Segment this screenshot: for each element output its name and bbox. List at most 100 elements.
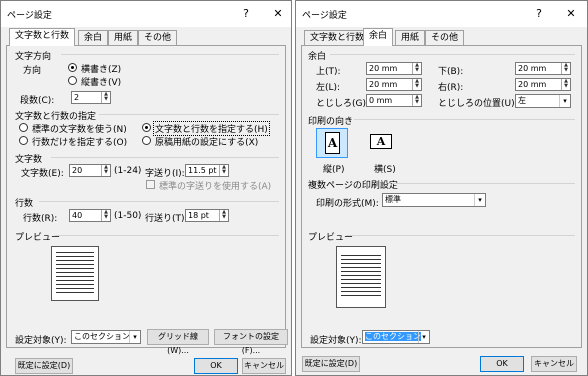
cancel-button[interactable]: キャンセル [531, 356, 577, 372]
print-format-label: 印刷の形式(M): [316, 199, 379, 209]
grid-opt4-radio[interactable] [142, 136, 151, 145]
columns-label: 段数(C): [20, 96, 55, 106]
line-pitch-spinner[interactable]: 18 pt ▲ ▼ [185, 209, 229, 222]
gutter-label: とじしろ(G): [316, 99, 370, 109]
top-margin-spinner[interactable]: 20 mm ▲ ▼ [366, 62, 422, 75]
divider [354, 119, 575, 120]
grid-opt4-label[interactable]: 原稿用紙の設定にする(X) [155, 135, 258, 148]
right-margin-spinner[interactable]: 20 mm ▲ ▼ [515, 78, 571, 91]
grid-lines-button[interactable]: グリッド線(W)... [147, 329, 209, 355]
grid-opt2-radio[interactable] [142, 123, 151, 132]
page-setup-dialog-right: ページ設定 ? ✕ 文字数と行数 余白 用紙 その他 余白 上(T): 20 m… [295, 0, 588, 376]
default-pitch-label[interactable]: 標準の字送りを使用する(A) [159, 179, 271, 192]
close-button[interactable]: ✕ [267, 4, 289, 24]
portrait-label[interactable]: 縦(P) [323, 162, 344, 175]
portrait-page-icon: A [325, 132, 340, 154]
lines-label: 行数(R): [23, 214, 58, 224]
apply-to-select[interactable]: このセクション ▾ [71, 330, 141, 344]
spin-arrows-icon[interactable]: ▲ ▼ [412, 79, 421, 90]
spin-arrows-icon[interactable]: ▲ ▼ [101, 165, 110, 176]
title-bar: ページ設定 ? ✕ [296, 1, 587, 27]
chevron-down-icon[interactable]: ▾ [474, 194, 485, 206]
vertical-radio[interactable] [68, 76, 77, 85]
gutter-spinner[interactable]: 0 mm ▲ ▼ [366, 94, 422, 107]
section-preview: プレビュー [308, 233, 354, 243]
columns-spinner[interactable]: 2 ▲ ▼ [71, 91, 111, 104]
spin-arrows-icon[interactable]: ▲ ▼ [219, 210, 228, 221]
section-grid: 文字数と行数の指定 [15, 112, 97, 122]
tab-chars-lines[interactable]: 文字数と行数 [304, 30, 371, 45]
print-format-select[interactable]: 標準 ▾ [382, 193, 486, 207]
left-margin-spinner[interactable]: 20 mm ▲ ▼ [366, 78, 422, 91]
divider [51, 157, 279, 158]
apply-to-select[interactable]: このセクション ▾ [362, 330, 430, 344]
divider [99, 114, 279, 115]
right-margin-label: 右(R): [438, 83, 464, 93]
spin-arrows-icon[interactable]: ▲ ▼ [412, 63, 421, 74]
spin-arrows-icon[interactable]: ▲ ▼ [412, 95, 421, 106]
grid-opt1-label[interactable]: 標準の文字数を使う(N) [32, 122, 127, 135]
page-preview [336, 246, 386, 308]
divider [346, 235, 575, 236]
tab-margins[interactable]: 余白 [78, 30, 109, 45]
portrait-button[interactable]: A [316, 128, 348, 158]
dialog-title: ページ設定 [302, 11, 347, 21]
grid-opt1-radio[interactable] [19, 123, 28, 132]
spin-arrows-icon[interactable]: ▲ ▼ [101, 92, 110, 103]
section-orientation: 印刷の向き [308, 117, 354, 127]
help-button[interactable]: ? [528, 4, 550, 24]
grid-opt2-label[interactable]: 文字数と行数を指定する(H) [153, 121, 270, 136]
landscape-button[interactable]: A [364, 128, 400, 158]
help-button[interactable]: ? [235, 4, 257, 24]
left-margin-label: 左(L): [316, 83, 341, 93]
tab-other[interactable]: その他 [425, 30, 465, 45]
line-pitch-label: 行送り(T): [145, 214, 188, 224]
default-pitch-checkbox[interactable] [146, 180, 155, 189]
title-bar: ページ設定 ? ✕ [1, 1, 291, 27]
spin-arrows-icon[interactable]: ▲ ▼ [561, 63, 570, 74]
font-settings-button[interactable]: フォントの設定(F)... [214, 329, 288, 355]
bottom-margin-spinner[interactable]: 20 mm ▲ ▼ [515, 62, 571, 75]
apply-to-label: 設定対象(Y): [310, 336, 362, 346]
close-button[interactable]: ✕ [560, 4, 582, 24]
top-margin-label: 上(T): [316, 67, 341, 77]
page-preview [51, 246, 99, 301]
section-chars: 文字数 [15, 155, 43, 165]
tab-other[interactable]: その他 [138, 30, 178, 45]
spin-arrows-icon[interactable]: ▲ ▼ [219, 165, 228, 176]
bottom-margin-label: 下(B): [438, 67, 464, 77]
spin-arrows-icon[interactable]: ▲ ▼ [561, 79, 570, 90]
lines-spinner[interactable]: 40 ▲ ▼ [69, 209, 111, 222]
horizontal-label[interactable]: 横書き(Z) [81, 62, 121, 75]
vertical-label[interactable]: 縦書き(V) [81, 75, 121, 88]
tab-paper[interactable]: 用紙 [108, 30, 139, 45]
landscape-page-icon: A [370, 134, 392, 149]
direction-label: 方向 [23, 66, 42, 76]
landscape-label[interactable]: 横(S) [374, 162, 396, 175]
tab-margins[interactable]: 余白 [363, 28, 394, 46]
char-pitch-spinner[interactable]: 11.5 pt ▲ ▼ [185, 164, 229, 177]
grid-opt3-label[interactable]: 行数だけを指定する(O) [32, 135, 127, 148]
section-lines: 行数 [15, 199, 34, 209]
tab-paper[interactable]: 用紙 [395, 30, 426, 45]
ok-button[interactable]: OK [480, 356, 524, 372]
set-default-button[interactable]: 既定に設定(D) [302, 356, 360, 372]
cancel-button[interactable]: キャンセル [242, 358, 286, 374]
set-default-button[interactable]: 既定に設定(D) [15, 358, 73, 374]
chevron-down-icon[interactable]: ▾ [559, 95, 570, 107]
ok-button[interactable]: OK [194, 358, 238, 374]
gutter-position-select[interactable]: 左 ▾ [515, 94, 571, 108]
chars-spinner[interactable]: 20 ▲ ▼ [69, 164, 111, 177]
divider [392, 183, 575, 184]
divider [330, 54, 575, 55]
chevron-down-icon[interactable]: ▾ [129, 331, 140, 343]
spin-arrows-icon[interactable]: ▲ ▼ [101, 210, 110, 221]
horizontal-radio[interactable] [68, 63, 77, 72]
lines-range: (1-50) [114, 211, 142, 221]
chars-label: 文字数(E): [21, 169, 64, 179]
grid-opt3-radio[interactable] [19, 136, 28, 145]
chevron-down-icon[interactable]: ▾ [418, 331, 429, 343]
gutter-position-label: とじしろの位置(U): [438, 99, 518, 109]
tab-chars-lines[interactable]: 文字数と行数 [9, 28, 76, 46]
section-margins: 余白 [308, 52, 327, 62]
